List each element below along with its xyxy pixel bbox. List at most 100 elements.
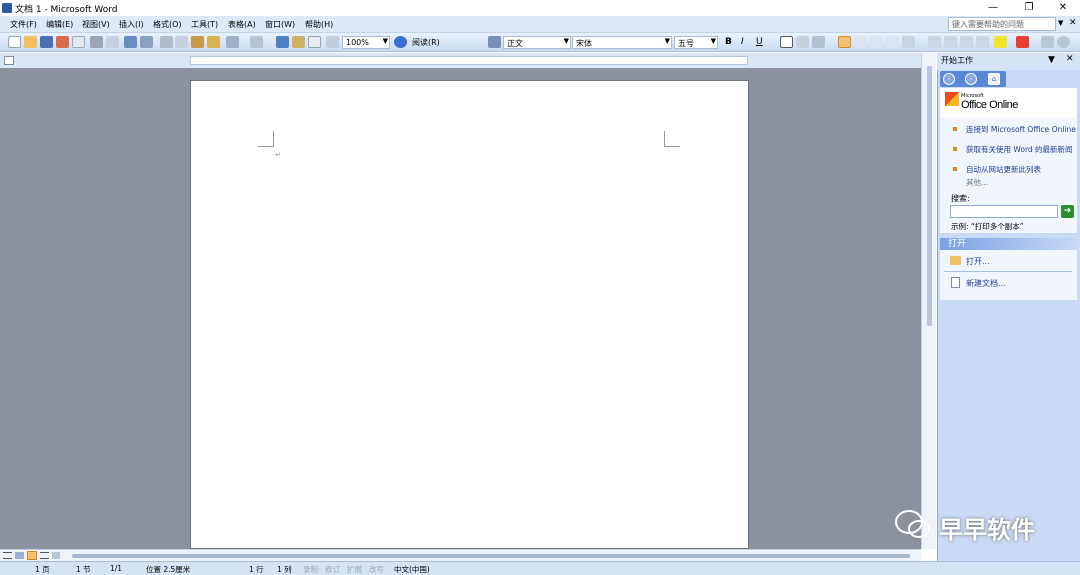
research-icon[interactable] — [140, 36, 153, 48]
home-icon[interactable]: ⌂ — [988, 73, 1000, 85]
document-map-icon[interactable] — [326, 36, 339, 48]
status-record[interactable]: 录制 — [303, 564, 318, 575]
new-icon[interactable] — [8, 36, 21, 48]
open-icon[interactable] — [24, 36, 37, 48]
horizontal-scrollbar[interactable] — [0, 549, 921, 561]
decrease-indent-icon[interactable] — [960, 36, 973, 48]
link-more[interactable]: 其他... — [966, 178, 1076, 187]
task-pane-menu-icon[interactable]: ▼ — [1048, 55, 1055, 65]
menu-tools[interactable]: 工具(T) — [191, 19, 218, 30]
char-border-icon[interactable] — [780, 36, 793, 48]
reading-view-icon[interactable] — [52, 552, 60, 559]
justify-icon[interactable] — [886, 36, 899, 48]
email-icon[interactable] — [72, 36, 85, 48]
read-button[interactable]: 阅读(R) — [412, 37, 440, 48]
paste-icon[interactable] — [191, 36, 204, 48]
menu-view[interactable]: 视图(V) — [82, 19, 110, 30]
help-icon[interactable] — [394, 36, 407, 48]
status-bar: 1 页 1 节 1/1 位置 2.5厘米 1 行 1 列 录制 修订 扩展 改写… — [0, 561, 1080, 575]
tab-selector[interactable] — [4, 56, 14, 65]
top-right-margin-mark — [664, 131, 680, 147]
horizontal-ruler[interactable] — [190, 56, 748, 65]
status-pages: 1/1 — [110, 564, 123, 573]
italic-icon[interactable]: I — [741, 37, 744, 47]
save-icon[interactable] — [40, 36, 53, 48]
minimize-button[interactable]: — — [976, 0, 1010, 16]
font-value: 宋体 — [576, 39, 592, 48]
font-size-value: 五号 — [678, 39, 694, 48]
window-title: 文档 1 - Microsoft Word — [15, 5, 118, 15]
style-select[interactable]: 正文 ▼ — [503, 36, 571, 49]
font-color-icon[interactable] — [1016, 36, 1029, 48]
document-page[interactable]: ↵ — [190, 80, 749, 549]
menu-table[interactable]: 表格(A) — [228, 19, 256, 30]
print-view-icon[interactable] — [27, 551, 37, 560]
zoom-select[interactable]: 100% ▼ — [342, 36, 390, 49]
forward-icon[interactable]: › — [965, 73, 977, 85]
highlight-icon[interactable] — [994, 36, 1007, 48]
close-button[interactable]: ✕ — [1046, 0, 1080, 16]
open-link[interactable]: 打开... — [966, 256, 990, 267]
search-go-button[interactable]: ➜ — [1061, 205, 1074, 218]
underline-icon[interactable]: U — [756, 37, 763, 47]
tables-borders-icon[interactable] — [292, 36, 305, 48]
spelling-icon[interactable] — [124, 36, 137, 48]
print-icon[interactable] — [90, 36, 103, 48]
bullets-icon[interactable] — [944, 36, 957, 48]
align-center-icon[interactable] — [854, 36, 867, 48]
back-icon[interactable]: ‹ — [943, 73, 955, 85]
styles-icon[interactable] — [488, 36, 501, 48]
status-language: 中文(中国) — [394, 565, 430, 574]
hscroll-thumb[interactable] — [72, 554, 910, 558]
menu-edit[interactable]: 编辑(E) — [46, 19, 73, 30]
normal-view-icon[interactable] — [3, 552, 12, 559]
open-section-header: 打开 — [940, 238, 1077, 250]
search-example: 示例: “打印多个副本” — [951, 222, 1024, 231]
menu-format[interactable]: 格式(O) — [153, 19, 182, 30]
hyperlink-icon[interactable] — [276, 36, 289, 48]
task-pane-header: 开始工作 — [937, 53, 1080, 70]
search-input[interactable] — [950, 205, 1058, 218]
new-document-link[interactable]: 新建文档... — [966, 278, 1006, 289]
menu-help[interactable]: 帮助(H) — [305, 19, 333, 30]
status-track[interactable]: 修订 — [325, 564, 340, 575]
status-overtype[interactable]: 改写 — [369, 564, 384, 575]
format-painter-icon[interactable] — [207, 36, 220, 48]
menu-window[interactable]: 窗口(W) — [265, 19, 295, 30]
numbering-icon[interactable] — [928, 36, 941, 48]
char-shading-icon[interactable] — [796, 36, 809, 48]
close-document-icon[interactable]: ✕ — [1069, 18, 1077, 28]
cut-icon[interactable] — [160, 36, 173, 48]
menu-file[interactable]: 文件(F) — [10, 19, 37, 30]
status-extend[interactable]: 扩展 — [347, 564, 362, 575]
align-left-icon[interactable] — [838, 36, 851, 48]
link-latest-news[interactable]: 获取有关使用 Word 的最新新闻 — [966, 145, 1076, 154]
outline-view-icon[interactable] — [40, 552, 49, 559]
help-dropdown-icon[interactable]: ▼ — [1058, 19, 1063, 27]
char-scale-icon[interactable] — [812, 36, 825, 48]
task-pane-close-icon[interactable]: ✕ — [1066, 54, 1074, 64]
scroll-thumb[interactable] — [927, 66, 932, 326]
line-spacing-icon[interactable] — [902, 36, 915, 48]
phonetic-guide-icon[interactable] — [1041, 36, 1054, 48]
help-search-input[interactable]: 键入需要帮助的问题 — [948, 17, 1056, 31]
font-size-select[interactable]: 五号 ▼ — [674, 36, 718, 49]
bold-icon[interactable]: B — [725, 37, 732, 47]
enclose-char-icon[interactable] — [1057, 36, 1070, 48]
paragraph-mark: ↵ — [275, 151, 281, 159]
insert-table-icon[interactable] — [308, 36, 321, 48]
undo-icon[interactable] — [226, 36, 239, 48]
font-select[interactable]: 宋体 ▼ — [572, 36, 672, 49]
permission-icon[interactable] — [56, 36, 69, 48]
menu-insert[interactable]: 插入(I) — [119, 19, 144, 30]
copy-icon[interactable] — [175, 36, 188, 48]
increase-indent-icon[interactable] — [976, 36, 989, 48]
restore-button[interactable]: ❐ — [1012, 0, 1046, 16]
link-connect-online[interactable]: 连接到 Microsoft Office Online — [966, 125, 1076, 134]
status-position: 位置 2.5厘米 — [146, 565, 191, 574]
print-preview-icon[interactable] — [106, 36, 119, 48]
align-right-icon[interactable] — [870, 36, 883, 48]
web-view-icon[interactable] — [15, 552, 24, 559]
link-auto-update[interactable]: 自动从网站更新此列表 — [966, 165, 1076, 174]
redo-icon[interactable] — [250, 36, 263, 48]
